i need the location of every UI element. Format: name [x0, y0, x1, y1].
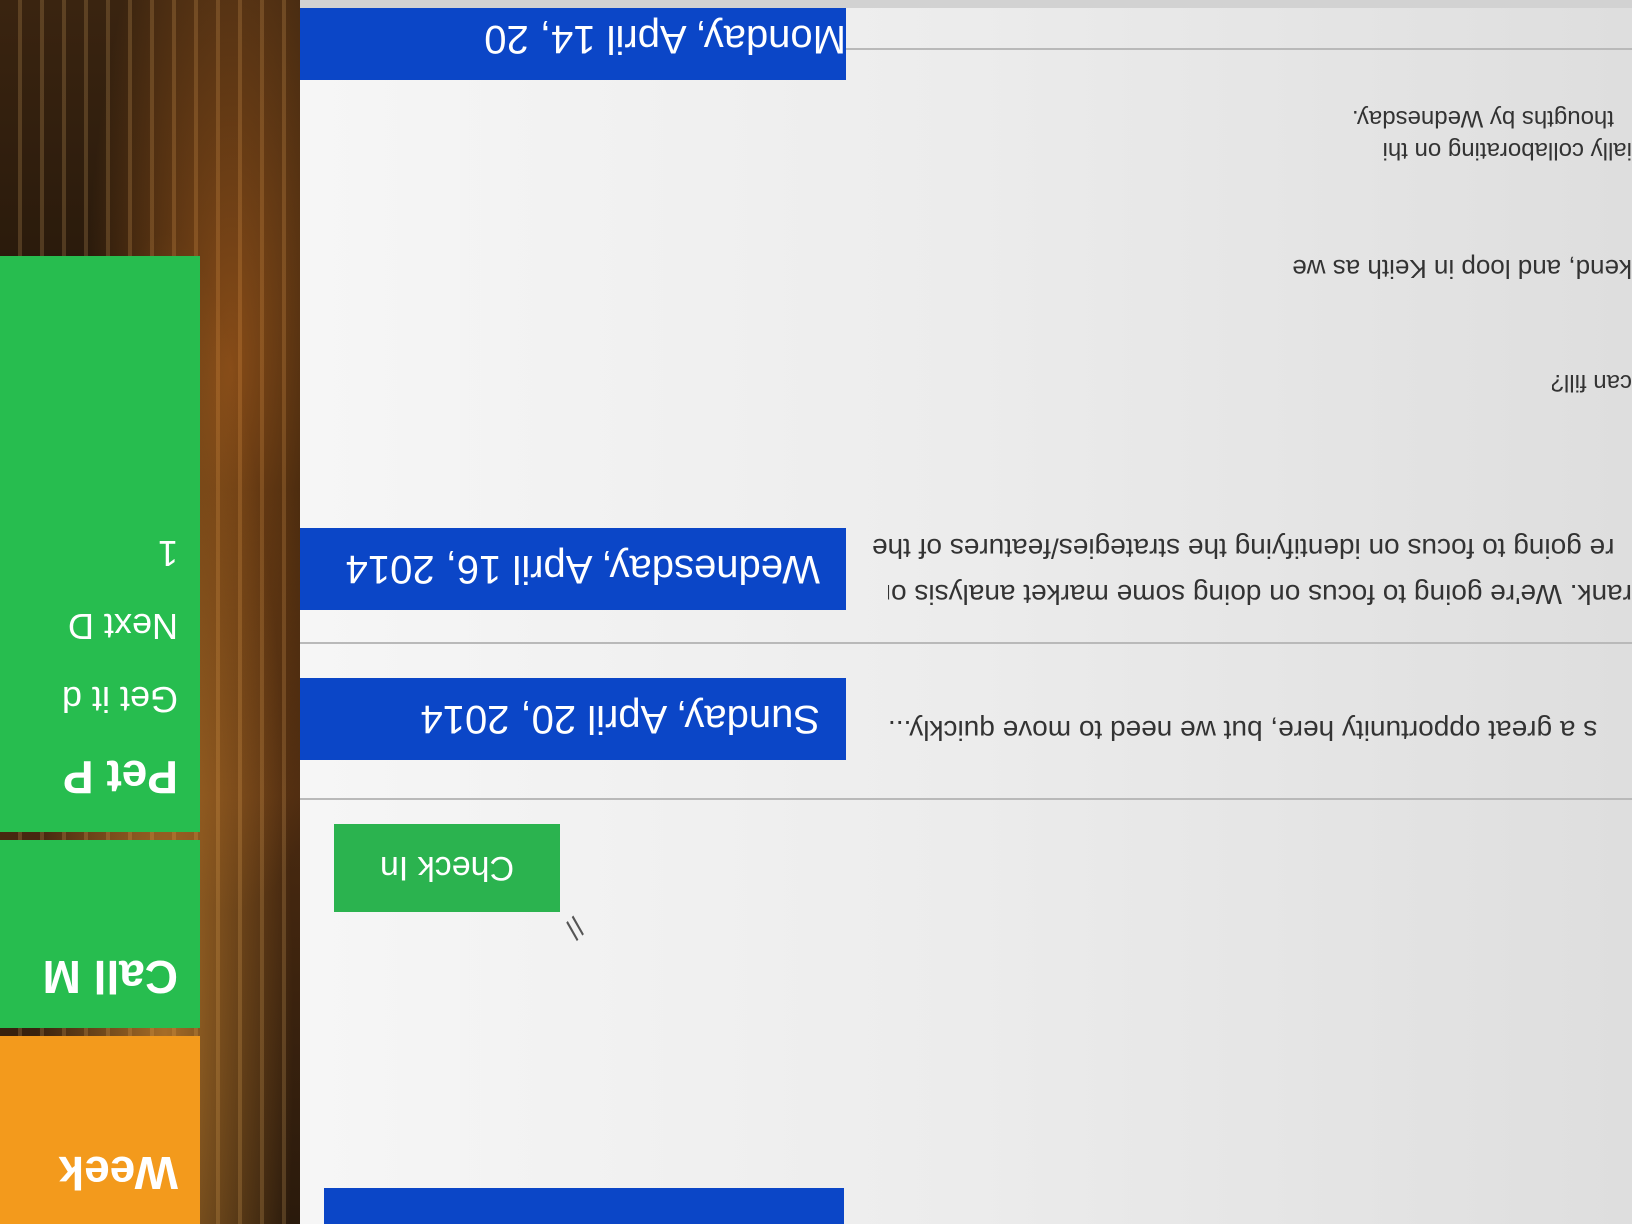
call-tile[interactable]: Call M — [0, 840, 200, 1028]
divider — [300, 642, 1632, 644]
resize-grip-icon[interactable]: // — [553, 911, 591, 949]
pet-tile[interactable]: Pet P Get it d Next D 1 — [0, 256, 200, 832]
task-note: ially collaborating on this. — [1382, 137, 1632, 164]
live-tile-column: Week Call M Pet P Get it d Next D 1 — [0, 0, 200, 1224]
date-header-partial — [324, 1188, 844, 1224]
date-header-monday: Monday, April 14, 20 — [300, 0, 846, 80]
task-note: re going to focus on identifying the str… — [872, 533, 1615, 564]
tile-next-label: Next D — [67, 606, 178, 648]
task-note: can fill? — [1552, 369, 1632, 396]
task-note: thougths by Wednesday. — [1352, 105, 1614, 132]
date-header-wednesday: Wednesday, April 16, 2014 — [300, 528, 846, 610]
tile-count: 1 — [157, 533, 178, 575]
tile-subtitle: Get it d — [61, 679, 178, 721]
task-list-panel: Check In // Sunday, April 20, 2014 s a g… — [300, 0, 1632, 1224]
task-note: rank. We're going to focus on doing some… — [888, 579, 1632, 610]
tile-title: Pet P — [62, 751, 178, 803]
check-in-button[interactable]: Check In — [334, 824, 560, 912]
panel-edge — [300, 0, 1632, 8]
task-note: kend, and loop in Keith as well. — [1292, 254, 1632, 284]
week-tile[interactable]: Week — [0, 1036, 200, 1224]
tile-title: Week — [58, 1147, 178, 1199]
task-note: s a great opportunity here, but we need … — [888, 715, 1598, 746]
screen: Check In // Sunday, April 20, 2014 s a g… — [0, 0, 1632, 1224]
date-header-sunday: Sunday, April 20, 2014 — [300, 678, 846, 760]
divider — [300, 798, 1632, 800]
tile-title: Call M — [42, 951, 178, 1003]
